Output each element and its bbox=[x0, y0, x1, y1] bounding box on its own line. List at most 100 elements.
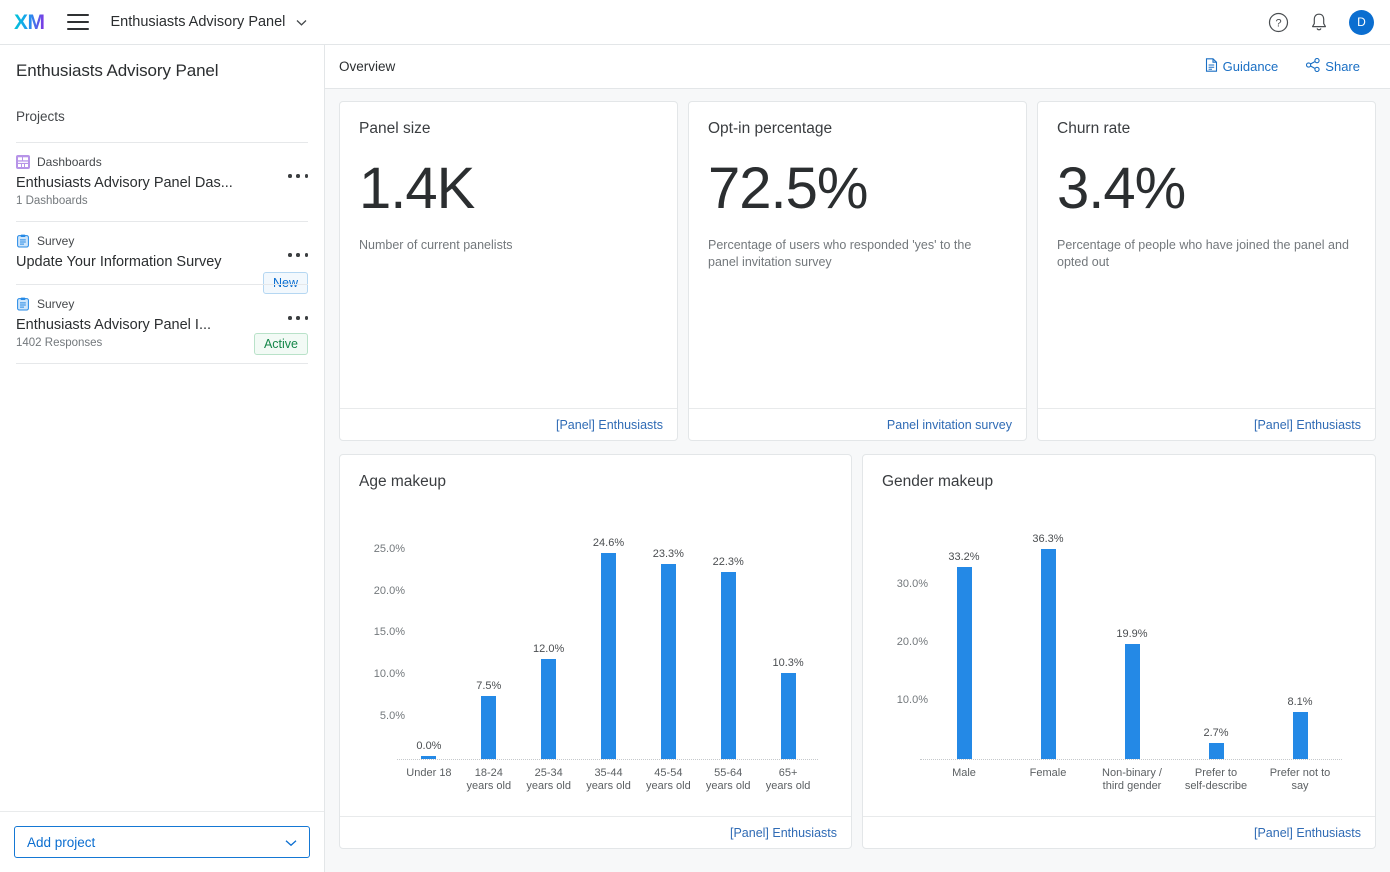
top-bar-left: XM Enthusiasts Advisory Panel bbox=[14, 12, 307, 33]
bar[interactable] bbox=[721, 572, 736, 759]
chart-title: Age makeup bbox=[359, 473, 832, 491]
bar[interactable] bbox=[601, 553, 616, 759]
sidebar-item-kind: Survey bbox=[37, 297, 74, 311]
x-axis-labels: MaleFemaleNon-binary /third genderPrefer… bbox=[922, 767, 1342, 793]
xm-logo[interactable]: XM bbox=[14, 12, 45, 33]
source-link[interactable]: Panel invitation survey bbox=[887, 418, 1012, 432]
x-axis-labels: Under 1818-24years old25-34years old35-4… bbox=[399, 767, 818, 793]
bar-group: 33.2% 36.3%19.9% 2.7% 8.1% bbox=[922, 491, 1342, 759]
avatar-initial: D bbox=[1357, 15, 1366, 29]
sidebar-item-kind-row: Survey bbox=[16, 234, 308, 248]
bar[interactable] bbox=[781, 673, 796, 759]
top-bar-right: ? D bbox=[1267, 10, 1374, 35]
kpi-description: Number of current panelists bbox=[359, 237, 651, 254]
x-axis-tick-label: Prefer not tosay bbox=[1258, 767, 1342, 793]
bar[interactable] bbox=[661, 564, 676, 759]
sidebar-item-name: Enthusiasts Advisory Panel I... bbox=[16, 317, 241, 333]
kpi-card-opt-in-percentage: Opt-in percentage 72.5% Percentage of us… bbox=[688, 101, 1027, 441]
bar-column[interactable]: 12.0% bbox=[519, 491, 579, 759]
bar-value-label: 12.0% bbox=[533, 643, 564, 655]
chevron-down-icon bbox=[296, 14, 307, 30]
kpi-card-footer: Panel invitation survey bbox=[689, 408, 1026, 440]
bar-column[interactable]: 7.5% bbox=[459, 491, 519, 759]
dashboard-canvas: Panel size 1.4K Number of current paneli… bbox=[325, 89, 1390, 872]
sidebar-item-menu-button[interactable] bbox=[288, 311, 308, 325]
kpi-value: 72.5% bbox=[708, 158, 1007, 221]
bar[interactable] bbox=[481, 696, 496, 759]
source-link[interactable]: [Panel] Enthusiasts bbox=[1254, 418, 1361, 432]
source-link[interactable]: [Panel] Enthusiasts bbox=[556, 418, 663, 432]
sidebar-item-name: Update Your Information Survey bbox=[16, 254, 241, 270]
bar[interactable] bbox=[1125, 644, 1140, 759]
bar[interactable] bbox=[1293, 712, 1308, 759]
help-circle-icon[interactable]: ? bbox=[1267, 11, 1289, 33]
kpi-title: Panel size bbox=[359, 120, 658, 138]
kpi-title: Churn rate bbox=[1057, 120, 1356, 138]
bar[interactable] bbox=[1209, 743, 1224, 759]
bar-column[interactable]: 10.3% bbox=[758, 491, 818, 759]
x-axis-tick-label: 18-24years old bbox=[459, 767, 519, 793]
x-axis-tick-label: Male bbox=[922, 767, 1006, 793]
chart-card-age-makeup: Age makeup 25.0%20.0%15.0%10.0%5.0%0.0%7… bbox=[339, 454, 852, 849]
kpi-card-footer: [Panel] Enthusiasts bbox=[1038, 408, 1375, 440]
kpi-card-footer: [Panel] Enthusiasts bbox=[340, 408, 677, 440]
chart-baseline bbox=[920, 759, 1342, 760]
bar[interactable] bbox=[957, 567, 972, 759]
kpi-card-panel-size: Panel size 1.4K Number of current paneli… bbox=[339, 101, 678, 441]
bar-value-label: 33.2% bbox=[948, 551, 979, 563]
bar[interactable] bbox=[421, 756, 436, 759]
bar-column[interactable]: 24.6% bbox=[579, 491, 639, 759]
sidebar-item-menu-button[interactable] bbox=[288, 248, 308, 262]
x-axis-tick-label: Female bbox=[1006, 767, 1090, 793]
sidebar-item-kind: Dashboards bbox=[37, 155, 102, 169]
status-badge-active: Active bbox=[254, 333, 308, 355]
hamburger-icon[interactable] bbox=[67, 14, 89, 30]
bar-column[interactable]: 22.3% bbox=[698, 491, 758, 759]
bar[interactable] bbox=[1041, 549, 1056, 759]
bar-column[interactable]: 33.2% bbox=[922, 491, 1006, 759]
header-actions: Guidance Share bbox=[1205, 58, 1360, 75]
bar[interactable] bbox=[541, 659, 556, 759]
x-axis-tick-label: 65+years old bbox=[758, 767, 818, 793]
sidebar-item-kind-row: Dashboards bbox=[16, 155, 308, 169]
gender-makeup-bar-chart: 30.0%20.0%10.0%33.2%36.3%19.9%2.7%8.1%Ma… bbox=[882, 491, 1356, 834]
app-root: XM Enthusiasts Advisory Panel ? bbox=[0, 0, 1390, 872]
guidance-button[interactable]: Guidance bbox=[1205, 58, 1279, 75]
kpi-row: Panel size 1.4K Number of current paneli… bbox=[339, 101, 1376, 441]
bar-column[interactable]: 23.3% bbox=[638, 491, 698, 759]
x-axis-tick-label: Under 18 bbox=[399, 767, 459, 793]
sidebar-item-kind: Survey bbox=[37, 234, 74, 248]
x-axis-tick-label: 25-34years old bbox=[519, 767, 579, 793]
share-label: Share bbox=[1325, 59, 1360, 74]
bar-column[interactable]: 0.0% bbox=[399, 491, 459, 759]
chart-card-gender-makeup: Gender makeup 30.0%20.0%10.0%33.2%36.3%1… bbox=[862, 454, 1376, 849]
add-project-container: Add project bbox=[0, 811, 324, 872]
age-makeup-bar-chart: 25.0%20.0%15.0%10.0%5.0%0.0%7.5%12.0%24.… bbox=[359, 491, 832, 834]
body: Enthusiasts Advisory Panel Projects bbox=[0, 45, 1390, 872]
kpi-title: Opt-in percentage bbox=[708, 120, 1007, 138]
project-selector[interactable]: Enthusiasts Advisory Panel bbox=[111, 14, 308, 30]
bar-column[interactable]: 8.1% bbox=[1258, 491, 1342, 759]
share-button[interactable]: Share bbox=[1306, 58, 1360, 75]
kpi-description: Percentage of people who have joined the… bbox=[1057, 237, 1349, 271]
sidebar-project-list: Dashboards Enthusiasts Advisory Panel Da… bbox=[0, 142, 324, 364]
bar-value-label: 23.3% bbox=[653, 548, 684, 560]
sidebar-item-update-your-information-survey[interactable]: Survey Update Your Information Survey Ne… bbox=[16, 221, 308, 284]
bell-icon[interactable] bbox=[1308, 11, 1330, 33]
kpi-value: 3.4% bbox=[1057, 158, 1356, 221]
chart-baseline bbox=[397, 759, 818, 760]
add-project-button[interactable]: Add project bbox=[14, 826, 310, 858]
bar-column[interactable]: 2.7% bbox=[1174, 491, 1258, 759]
bar-column[interactable]: 19.9% bbox=[1090, 491, 1174, 759]
bar-column[interactable]: 36.3% bbox=[1006, 491, 1090, 759]
sidebar-item-name: Enthusiasts Advisory Panel Das... bbox=[16, 175, 241, 191]
sidebar: Enthusiasts Advisory Panel Projects bbox=[0, 45, 325, 872]
main-content: Overview Guidance bbox=[325, 45, 1390, 872]
bar-value-label: 2.7% bbox=[1203, 727, 1228, 739]
avatar[interactable]: D bbox=[1349, 10, 1374, 35]
sidebar-item-enthusiasts-advisory-panel-survey[interactable]: Survey Enthusiasts Advisory Panel I... 1… bbox=[16, 284, 308, 364]
sidebar-item-menu-button[interactable] bbox=[288, 169, 308, 183]
kpi-card-body: Opt-in percentage 72.5% Percentage of us… bbox=[689, 102, 1026, 408]
sidebar-item-dashboards[interactable]: Dashboards Enthusiasts Advisory Panel Da… bbox=[16, 142, 308, 221]
kpi-description: Percentage of users who responded 'yes' … bbox=[708, 237, 1000, 271]
